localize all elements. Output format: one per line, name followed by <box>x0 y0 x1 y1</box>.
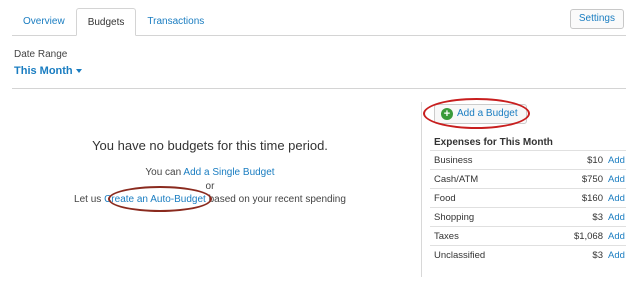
expense-row-taxes: Taxes $1,068 Add <box>430 226 626 245</box>
settings-button[interactable]: Settings <box>569 9 624 29</box>
expense-name: Shopping <box>434 211 475 223</box>
empty-state-title: You have no budgets for this time period… <box>92 138 328 153</box>
plus-icon: + <box>441 108 453 120</box>
expense-amount: $3 <box>592 211 603 223</box>
expense-row-unclassified: Unclassified $3 Add <box>430 245 626 264</box>
add-single-budget-link[interactable]: Add a Single Budget <box>183 167 274 178</box>
tab-overview[interactable]: Overview <box>12 8 76 36</box>
date-range-value: This Month <box>14 65 73 77</box>
expenses-title: Expenses for This Month <box>434 137 553 148</box>
date-range-dropdown[interactable]: This Month <box>14 65 82 77</box>
expense-name: Taxes <box>434 230 459 242</box>
caret-down-icon <box>75 69 82 74</box>
add-budget-label: Add a Budget <box>457 108 518 119</box>
expense-name: Cash/ATM <box>434 173 479 185</box>
expense-name: Business <box>434 154 473 166</box>
section-divider <box>12 88 626 89</box>
expense-amount: $1,068 <box>573 230 603 242</box>
expense-add-link[interactable]: Add <box>608 193 626 204</box>
auto-budget-prefix: Let us <box>74 194 105 205</box>
create-auto-budget-link[interactable]: Create an Auto-Budget <box>104 194 206 205</box>
expense-add-link[interactable]: Add <box>608 250 626 261</box>
tab-bar: Overview Budgets Transactions <box>12 8 215 36</box>
expense-row-cash-atm: Cash/ATM $750 Add <box>430 169 626 188</box>
expense-name: Food <box>434 192 456 204</box>
empty-state-line-auto: Let us Create an Auto-Budget based on yo… <box>0 194 420 205</box>
expense-row-business: Business $10 Add <box>430 150 626 169</box>
expense-amount: $750 <box>581 173 603 185</box>
column-divider <box>421 102 422 277</box>
empty-state-or: or <box>205 181 215 192</box>
expense-row-shopping: Shopping $3 Add <box>430 207 626 226</box>
date-range-label: Date Range <box>14 49 68 60</box>
expense-add-link[interactable]: Add <box>608 231 626 242</box>
auto-budget-suffix: based on your recent spending <box>205 194 346 205</box>
tab-transactions[interactable]: Transactions <box>136 8 215 36</box>
expense-add-link[interactable]: Add <box>608 155 626 166</box>
single-budget-prefix: You can <box>145 167 184 178</box>
expense-amount: $10 <box>587 154 603 166</box>
expense-amount: $160 <box>581 192 603 204</box>
expense-row-food: Food $160 Add <box>430 188 626 207</box>
expense-add-link[interactable]: Add <box>608 212 626 223</box>
expense-add-link[interactable]: Add <box>608 174 626 185</box>
expense-name: Unclassified <box>434 249 486 261</box>
tab-budgets[interactable]: Budgets <box>75 8 137 36</box>
empty-state-line-single: You can Add a Single Budget <box>0 167 420 178</box>
expense-amount: $3 <box>592 249 603 261</box>
expenses-list: Business $10 Add Cash/ATM $750 Add Food … <box>430 150 626 264</box>
add-budget-button[interactable]: + Add a Budget <box>434 104 527 124</box>
